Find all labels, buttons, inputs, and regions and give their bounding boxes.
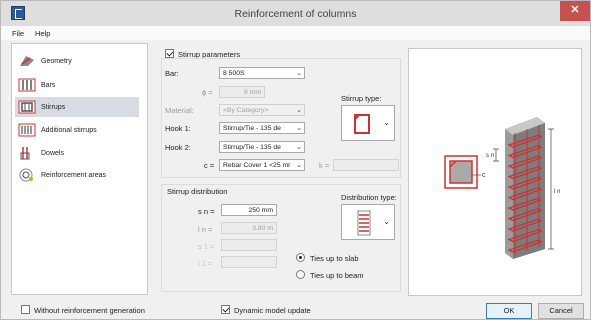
sidebar-item-label: Dowels [41,149,64,157]
c-label: c = [204,161,215,170]
sidebar-item-label: Stirrups [41,103,66,111]
without-generation-checkbox[interactable] [21,305,30,314]
stirrup-distribution-title: Stirrup distribution [165,187,230,196]
ties-up-to-slab-label: Ties up to slab [310,254,359,263]
stirrups-icon [18,100,36,114]
ties-up-to-beam-radio[interactable] [296,270,305,279]
sidebar-item-dowels[interactable]: Dowels [15,143,139,163]
phi-label: ɸ = [202,88,213,97]
menu-help[interactable]: Help [35,29,50,38]
s1-label: s 1 = [198,242,215,251]
chevron-down-icon: ⌄ [383,118,390,127]
cover-dim-label: c [482,172,486,179]
l1-label: l 1 = [198,259,213,268]
dynamic-update-label: Dynamic model update [234,306,311,315]
hook2-label: Hook 2: [165,143,191,152]
ties-up-to-slab-radio[interactable] [296,253,305,262]
k-label: k = [319,161,330,170]
sn-dim-label: s n [486,153,494,159]
without-generation-label: Without reinforcement generation [34,306,145,315]
chevron-down-icon: ⌄ [296,144,302,151]
preview-panel: c s n l n [408,48,582,296]
stirrup-parameters-checkbox[interactable] [165,49,174,58]
ln-dim-label: l n [554,189,560,195]
sidebar: Geometry Bars Stirrups Additional stirru… [11,43,148,295]
k-input [333,159,399,171]
cover-select[interactable]: Rebar Cover 1 <25 mr ⌄ [219,159,305,171]
sidebar-item-stirrups[interactable]: Stirrups [15,97,139,117]
chevron-down-icon: ⌄ [296,125,302,132]
geometry-icon [20,56,34,66]
l1-input [221,256,277,268]
sidebar-item-label: Reinforcement areas [41,171,106,179]
ln-label: l n = [198,225,213,234]
bars-icon [18,78,36,92]
chevron-down-icon: ⌄ [296,107,302,114]
column-preview-image: c s n l n [444,117,560,259]
dynamic-update-checkbox[interactable] [221,305,230,314]
dialog-window: Reinforcement of columns ✕ File Help Geo… [0,0,591,320]
sidebar-item-bars[interactable]: Bars [15,75,139,95]
hook1-label: Hook 1: [165,124,191,133]
sidebar-item-label: Additional stirrups [41,126,97,134]
hook2-select[interactable]: Stirrup/Tie - 135 de ⌄ [219,141,305,153]
stirrup-type-label: Stirrup type: [341,94,382,103]
hook1-select[interactable]: Stirrup/Tie - 135 de ⌄ [219,122,305,134]
sn-label: s n = [198,207,215,216]
material-select: <By Category> ⌄ [219,104,305,116]
cancel-button[interactable]: Cancel [538,303,584,319]
dowels-icon [20,147,30,160]
sidebar-item-label: Geometry [41,57,72,65]
close-button[interactable]: ✕ [560,1,590,21]
ln-value: 3.80 m [221,222,277,234]
menu-bar: File Help [1,26,590,40]
sidebar-item-additional-stirrups[interactable]: Additional stirrups [15,120,139,140]
additional-stirrups-icon [18,123,36,137]
sidebar-item-label: Bars [41,81,56,89]
s1-input [221,239,277,251]
bar-label: Bar: [165,69,179,78]
reinforcement-areas-icon [19,168,33,182]
chevron-down-icon: ⌄ [296,70,302,77]
title-bar[interactable]: Reinforcement of columns ✕ [1,1,590,26]
sidebar-item-geometry[interactable]: Geometry [15,51,139,71]
chevron-down-icon: ⌄ [296,162,302,169]
menu-file[interactable]: File [12,29,24,38]
phi-value: 8 mm [219,86,265,98]
material-label: Material: [165,106,194,115]
window-title: Reinforcement of columns [234,8,357,20]
sn-input[interactable]: 250 mm [221,204,277,216]
stirrup-type-picker[interactable]: ⌄ [341,105,395,141]
chevron-down-icon: ⌄ [383,217,390,226]
stirrup-shape-icon [354,114,370,134]
sidebar-item-reinforcement-areas[interactable]: Reinforcement areas [15,165,139,185]
distribution-shape-icon [357,210,371,236]
distribution-type-picker[interactable]: ⌄ [341,204,395,240]
bar-select[interactable]: 8 500S ⌄ [219,67,305,79]
distribution-type-label: Distribution type: [341,193,397,202]
ok-button[interactable]: OK [486,303,532,319]
ties-up-to-beam-label: Ties up to beam [310,271,364,280]
